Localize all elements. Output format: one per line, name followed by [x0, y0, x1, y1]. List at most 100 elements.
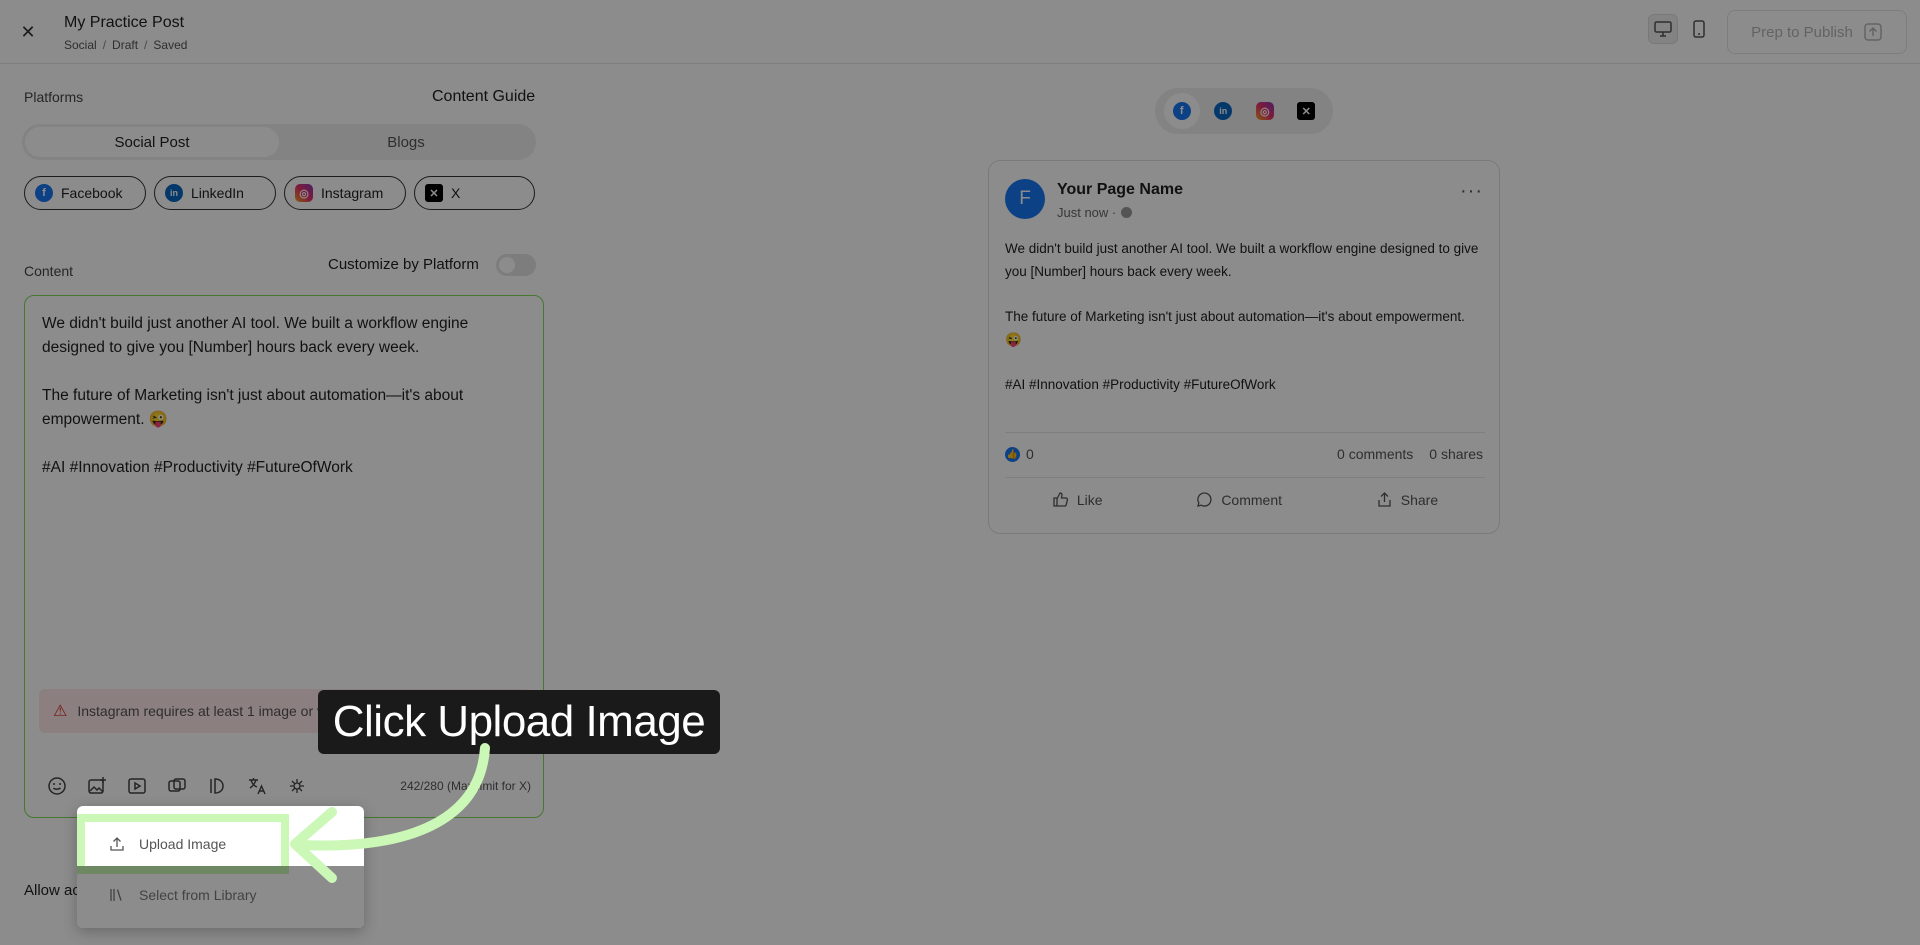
select-from-library-option[interactable]: Select from Library [77, 873, 364, 917]
tutorial-callout: Click Upload Image [318, 690, 720, 754]
engagement-counts: 0 comments 0 shares [1337, 446, 1483, 462]
allow-label: Allow ac [24, 882, 80, 899]
share-count: 0 shares [1429, 446, 1483, 462]
post-title: My Practice Post [64, 14, 185, 31]
divider [1005, 477, 1485, 478]
editor-paragraph: The future of Marketing isn't just about… [42, 387, 464, 428]
breadcrumb-item: Draft [112, 38, 139, 52]
stories-icon[interactable] [205, 774, 229, 798]
mobile-view-button[interactable] [1684, 14, 1714, 44]
platform-chip-linkedin[interactable]: in LinkedIn [154, 176, 276, 210]
editor-paragraph: We didn't build just another AI tool. We… [42, 315, 469, 356]
like-count: 0 [1026, 446, 1034, 462]
add-image-icon[interactable] [85, 774, 109, 798]
preview-tab-x[interactable]: ✕ [1288, 93, 1324, 129]
preview-tab-linkedin[interactable]: in [1205, 93, 1241, 129]
editor-paragraph: #AI #Innovation #Productivity #FutureOfW… [42, 459, 353, 476]
linkedin-icon: in [165, 184, 183, 202]
content-label: Content [24, 263, 74, 279]
post-actions: Like Comment Share [1005, 491, 1485, 508]
share-button[interactable]: Share [1376, 491, 1438, 508]
share-icon [1378, 492, 1391, 507]
image-upload-menu: Upload Image Select from Library [77, 806, 364, 928]
share-icon [1864, 23, 1882, 41]
customize-by-platform-toggle[interactable] [496, 254, 536, 276]
post-timestamp: Just now · [1057, 205, 1133, 220]
view-toggle [1648, 14, 1714, 44]
platform-chip-instagram[interactable]: ◎ Instagram [284, 176, 406, 210]
comment-button[interactable]: Comment [1196, 491, 1282, 508]
avatar: F [1005, 179, 1045, 219]
platform-chip-label: X [451, 185, 461, 201]
platforms-label: Platforms [24, 89, 84, 105]
comment-icon [1197, 492, 1212, 507]
breadcrumb-separator: / [144, 38, 148, 52]
monitor-icon [1654, 21, 1672, 37]
post-type-tabs: Social Post Blogs [22, 124, 536, 160]
more-options-icon[interactable]: ··· [1460, 181, 1483, 201]
preview-tab-instagram[interactable]: ◎ [1247, 93, 1283, 129]
page-name: Your Page Name [1057, 181, 1183, 198]
reaction-count: 👍 0 [1005, 446, 1034, 462]
warning-icon: ⚠ [53, 703, 68, 720]
preview-text: We didn't build just another AI tool. We… [1005, 237, 1485, 418]
platform-chips: f Facebook in LinkedIn ◎ Instagram ✕ X [24, 176, 535, 210]
breadcrumb-separator: / [102, 38, 107, 52]
thumbs-up-icon [1053, 492, 1068, 507]
preview-platform-switcher: f in ◎ ✕ [1155, 88, 1333, 134]
library-icon [110, 889, 122, 901]
platform-chip-x[interactable]: ✕ X [414, 176, 535, 210]
publish-label: Prep to Publish [1751, 23, 1853, 41]
preview-tab-facebook[interactable]: f [1163, 93, 1200, 129]
linkedin-icon: in [1214, 102, 1233, 120]
share-label: Share [1400, 491, 1439, 508]
facebook-post-preview: F Your Page Name Just now · ··· We didn'… [988, 160, 1500, 534]
toggle-knob [499, 257, 515, 273]
customize-by-platform-label: Customize by Platform [328, 256, 479, 273]
select-from-library-label: Select from Library [139, 887, 257, 903]
emoji-icon[interactable] [45, 774, 69, 798]
video-icon[interactable] [125, 774, 149, 798]
upload-icon [110, 837, 124, 851]
instagram-icon: ◎ [1255, 102, 1274, 120]
content-guide-link[interactable]: Content Guide [432, 88, 535, 106]
platform-chip-facebook[interactable]: f Facebook [24, 176, 146, 210]
breadcrumb-item: Social [64, 38, 97, 52]
platform-chip-label: LinkedIn [191, 185, 244, 201]
like-label: Like [1076, 491, 1103, 508]
facebook-icon: f [1172, 102, 1191, 120]
tab-blogs[interactable]: Blogs [279, 127, 533, 157]
tab-social-post[interactable]: Social Post [25, 127, 279, 157]
divider [1005, 432, 1485, 433]
character-count: 242/280 (Max limit for X) [400, 779, 531, 793]
translate-icon[interactable] [245, 774, 269, 798]
editor-toolbar [45, 774, 309, 798]
like-button[interactable]: Like [1052, 491, 1103, 508]
timestamp-text: Just now · [1057, 205, 1117, 220]
comment-label: Comment [1221, 491, 1282, 508]
warning-text: Instagram requires at least 1 image or v… [77, 703, 351, 719]
upload-image-option[interactable]: Upload Image [77, 814, 289, 874]
instagram-icon: ◎ [295, 184, 313, 202]
x-icon: ✕ [1297, 102, 1316, 120]
close-icon[interactable]: ✕ [18, 22, 38, 42]
carousel-icon[interactable] [165, 774, 189, 798]
preview-paragraph: The future of Marketing isn't just about… [1005, 309, 1465, 347]
globe-icon [1121, 207, 1133, 218]
phone-icon [1693, 20, 1705, 38]
breadcrumb: Social / Draft / Saved [64, 38, 187, 52]
preview-paragraph: We didn't build just another AI tool. We… [1005, 241, 1479, 279]
preview-paragraph: #AI #Innovation #Productivity #FutureOfW… [1005, 377, 1276, 392]
desktop-view-button[interactable] [1648, 14, 1678, 44]
x-icon: ✕ [425, 184, 443, 202]
ai-sparkle-icon[interactable] [285, 774, 309, 798]
breadcrumb-item: Saved [153, 38, 188, 52]
prep-to-publish-button[interactable]: Prep to Publish [1727, 10, 1907, 54]
facebook-icon: f [35, 184, 53, 202]
like-reaction-icon: 👍 [1005, 446, 1020, 462]
comment-count: 0 comments [1337, 446, 1414, 462]
editor-text[interactable]: We didn't build just another AI tool. We… [42, 312, 522, 504]
platform-chip-label: Facebook [61, 185, 123, 201]
top-bar: ✕ My Practice Post Social / Draft / Save… [0, 0, 1920, 64]
upload-image-label: Upload Image [139, 836, 227, 852]
